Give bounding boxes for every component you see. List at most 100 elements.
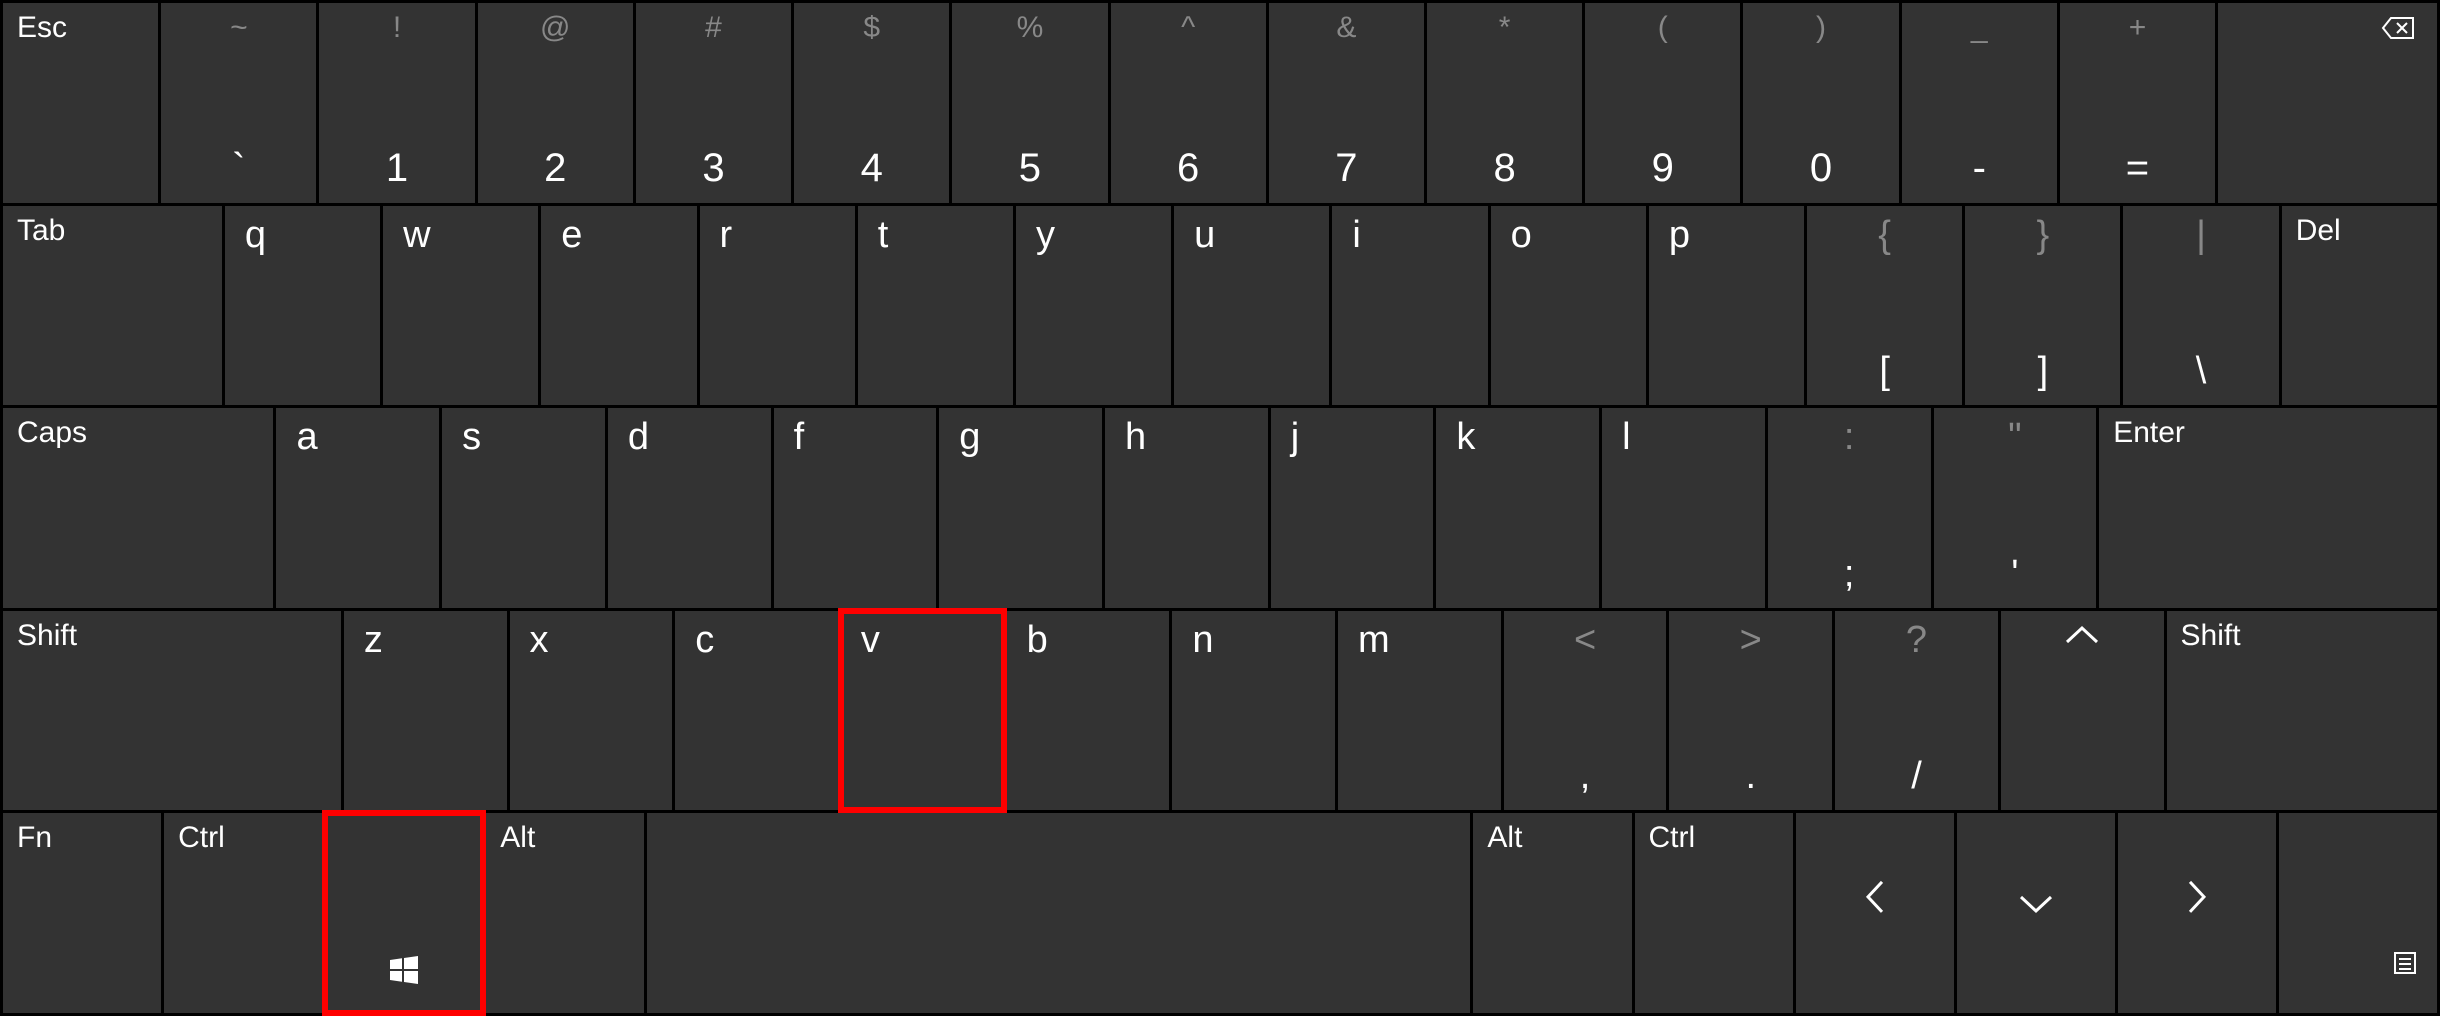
key-p[interactable]: p: [1649, 206, 1804, 406]
key-semicolon[interactable]: : ;: [1768, 408, 1931, 608]
key-label: f: [794, 416, 805, 459]
key-label: Ctrl: [1649, 821, 1696, 855]
key-e[interactable]: e: [541, 206, 696, 406]
key-label: Tab: [17, 214, 65, 248]
key-label: s: [462, 416, 481, 459]
key-enter[interactable]: Enter: [2099, 408, 2437, 608]
key-quote[interactable]: " ': [1934, 408, 2097, 608]
key-i[interactable]: i: [1332, 206, 1487, 406]
key-l[interactable]: l: [1602, 408, 1765, 608]
key-windows[interactable]: [325, 813, 483, 1013]
key-0[interactable]: ) 0: [1743, 3, 1898, 203]
key-4[interactable]: $ 4: [794, 3, 949, 203]
key-k[interactable]: k: [1436, 408, 1599, 608]
key-label: k: [1456, 416, 1475, 459]
key-6[interactable]: ^ 6: [1111, 3, 1266, 203]
key-label: b: [1027, 619, 1048, 662]
key-bracket-left[interactable]: { [: [1807, 206, 1962, 406]
key-alt-left[interactable]: Alt: [486, 813, 644, 1013]
keyboard-row-4: Shift z x c v b n m < , > . ? / Shift: [3, 611, 2437, 811]
key-shift-label: +: [2129, 11, 2147, 45]
key-equals[interactable]: + =: [2060, 3, 2215, 203]
key-ctrl-right[interactable]: Ctrl: [1635, 813, 1793, 1013]
key-backtick[interactable]: ~ `: [161, 3, 316, 203]
key-m[interactable]: m: [1338, 611, 1501, 811]
key-g[interactable]: g: [939, 408, 1102, 608]
caret-up-icon: [2061, 619, 2103, 656]
key-r[interactable]: r: [700, 206, 855, 406]
key-tab[interactable]: Tab: [3, 206, 222, 406]
key-a[interactable]: a: [276, 408, 439, 608]
key-arrow-left[interactable]: [1796, 813, 1954, 1013]
key-b[interactable]: b: [1007, 611, 1170, 811]
key-backslash[interactable]: | \: [2123, 206, 2278, 406]
key-2[interactable]: @ 2: [478, 3, 633, 203]
key-label: u: [1194, 214, 1215, 257]
key-label: 6: [1177, 146, 1199, 191]
key-w[interactable]: w: [383, 206, 538, 406]
key-shift-label: ^: [1181, 11, 1195, 45]
key-arrow-right[interactable]: [2118, 813, 2276, 1013]
key-arrow-down[interactable]: [1957, 813, 2115, 1013]
key-1[interactable]: ! 1: [319, 3, 474, 203]
key-label: Caps: [17, 416, 87, 450]
key-h[interactable]: h: [1105, 408, 1268, 608]
windows-icon: [390, 955, 418, 983]
key-period[interactable]: > .: [1669, 611, 1832, 811]
key-shift-label: {: [1878, 214, 1891, 257]
key-comma[interactable]: < ,: [1504, 611, 1667, 811]
key-shift-left[interactable]: Shift: [3, 611, 341, 811]
key-7[interactable]: & 7: [1269, 3, 1424, 203]
key-label: g: [959, 416, 980, 459]
key-ctrl-left[interactable]: Ctrl: [164, 813, 322, 1013]
key-bracket-right[interactable]: } ]: [1965, 206, 2120, 406]
key-label: x: [530, 619, 549, 662]
key-menu[interactable]: [2279, 813, 2437, 1013]
key-z[interactable]: z: [344, 611, 507, 811]
key-fn[interactable]: Fn: [3, 813, 161, 1013]
key-x[interactable]: x: [510, 611, 673, 811]
key-t[interactable]: t: [858, 206, 1013, 406]
key-minus[interactable]: _ -: [1902, 3, 2057, 203]
key-j[interactable]: j: [1271, 408, 1434, 608]
key-shift-label: :: [1844, 416, 1855, 459]
key-shift-label: _: [1971, 11, 1988, 45]
key-o[interactable]: o: [1491, 206, 1646, 406]
key-q[interactable]: q: [225, 206, 380, 406]
key-label: t: [878, 214, 889, 257]
key-label: p: [1669, 214, 1690, 257]
key-del[interactable]: Del: [2282, 206, 2437, 406]
key-backspace[interactable]: [2218, 3, 2437, 203]
key-alt-right[interactable]: Alt: [1473, 813, 1631, 1013]
key-label: 4: [861, 146, 883, 191]
key-y[interactable]: y: [1016, 206, 1171, 406]
key-u[interactable]: u: [1174, 206, 1329, 406]
key-d[interactable]: d: [608, 408, 771, 608]
key-esc[interactable]: Esc: [3, 3, 158, 203]
key-n[interactable]: n: [1172, 611, 1335, 811]
key-shift-right[interactable]: Shift: [2167, 611, 2437, 811]
key-shift-label: $: [863, 11, 880, 45]
key-shift-label: #: [705, 11, 722, 45]
key-9[interactable]: ( 9: [1585, 3, 1740, 203]
key-shift-label: ): [1816, 11, 1826, 45]
key-3[interactable]: # 3: [636, 3, 791, 203]
keyboard-row-1: Esc ~ ` ! 1 @ 2 # 3 $ 4 % 5 ^ 6: [3, 3, 2437, 203]
keyboard-row-3: Caps a s d f g h j k l : ; " ' Enter: [3, 408, 2437, 608]
key-8[interactable]: * 8: [1427, 3, 1582, 203]
key-s[interactable]: s: [442, 408, 605, 608]
key-caps[interactable]: Caps: [3, 408, 273, 608]
key-slash[interactable]: ? /: [1835, 611, 1998, 811]
keyboard-row-5: Fn Ctrl Alt Alt Ctrl: [3, 813, 2437, 1013]
key-label: z: [364, 619, 383, 662]
key-label: -: [1973, 146, 1986, 191]
key-v[interactable]: v: [841, 611, 1004, 811]
key-f[interactable]: f: [774, 408, 937, 608]
key-label: /: [1911, 755, 1922, 798]
key-label: 0: [1810, 146, 1832, 191]
key-label: j: [1291, 416, 1299, 459]
key-c[interactable]: c: [675, 611, 838, 811]
key-space[interactable]: [647, 813, 1470, 1013]
key-5[interactable]: % 5: [952, 3, 1107, 203]
key-caret-up[interactable]: [2001, 611, 2164, 811]
